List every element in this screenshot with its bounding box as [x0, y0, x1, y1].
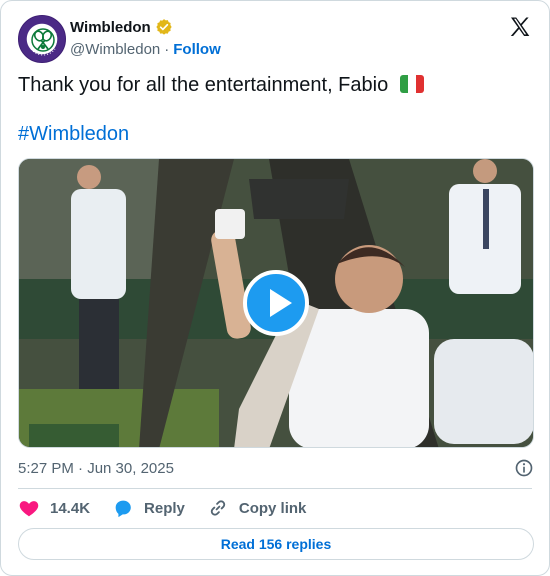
action-bar: 14.4K Reply Copy link: [18, 497, 328, 519]
reply-bubble-icon: [115, 500, 131, 518]
reply-label: Reply: [144, 499, 185, 517]
verified-gold-badge-icon: [156, 19, 172, 35]
like-button[interactable]: 14.4K: [18, 497, 90, 519]
tweet-header: Wimbledon @Wimbledon · Follow: [18, 15, 532, 63]
separator-dot: ·: [164, 40, 170, 58]
handle-row: @Wimbledon · Follow: [70, 39, 221, 59]
hashtag-link[interactable]: #Wimbledon: [18, 122, 129, 146]
heart-icon: [19, 501, 39, 517]
tweet-body: Thank you for all the entertainment, Fab…: [18, 74, 389, 96]
follow-link[interactable]: Follow: [173, 41, 221, 58]
info-icon[interactable]: [514, 458, 534, 478]
reply-button[interactable]: Reply: [112, 497, 185, 519]
tweet-timestamp[interactable]: 5:27 PM · Jun 30, 2025: [18, 460, 174, 477]
play-button[interactable]: [243, 270, 309, 336]
wimbledon-logo-avatar[interactable]: [18, 15, 66, 63]
timestamp-row: 5:27 PM · Jun 30, 2025: [18, 458, 534, 478]
read-replies-button[interactable]: Read 156 replies: [18, 528, 534, 560]
x-logo-icon[interactable]: [508, 15, 532, 39]
user-handle[interactable]: @Wimbledon: [70, 41, 160, 58]
like-count: 14.4K: [50, 499, 91, 517]
link-icon: [210, 500, 226, 516]
video-player[interactable]: [18, 158, 534, 448]
copy-link-button[interactable]: Copy link: [207, 497, 307, 519]
embedded-tweet-card: Wimbledon @Wimbledon · Follow Thank you …: [0, 0, 550, 576]
divider: [18, 488, 532, 489]
italy-flag-icon: [399, 75, 424, 93]
name-row: Wimbledon: [70, 17, 173, 37]
tweet-text: Thank you for all the entertainment, Fab…: [18, 73, 534, 97]
display-name[interactable]: Wimbledon: [70, 19, 151, 36]
wimbledon-logo-icon: [28, 25, 58, 56]
copy-link-label: Copy link: [238, 499, 307, 517]
